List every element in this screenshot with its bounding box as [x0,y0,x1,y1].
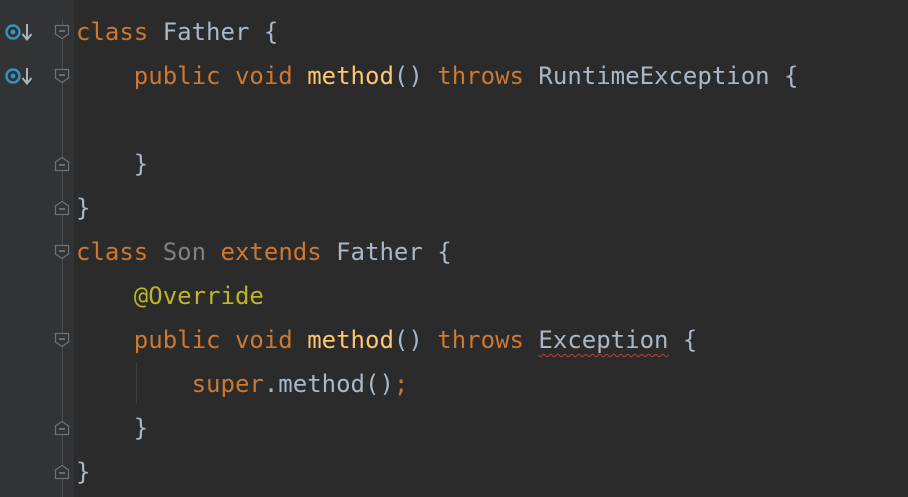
code-token: @Override [133,282,264,310]
code-token: { [249,18,279,46]
code-token: extends [220,238,337,266]
overridden-method-icon[interactable] [4,65,36,87]
code-token: () [393,62,438,90]
code-token: Father [336,238,423,266]
fold-start-icon[interactable] [54,68,70,84]
code-token: ; [393,370,409,398]
code-line[interactable]: } [76,450,90,494]
fold-start-icon[interactable] [54,244,70,260]
fold-start-icon[interactable] [54,332,70,348]
code-token: void [234,326,308,354]
code-token: } [133,150,149,178]
code-token: class [76,18,163,46]
code-token: Son [162,238,207,266]
code-token: Father [162,18,250,46]
code-token: throws [437,326,539,354]
code-line[interactable]: @Override [76,274,264,318]
code-token: public [133,62,235,90]
code-token: throws [437,62,539,90]
code-token: { [422,238,452,266]
code-line[interactable]: } [76,406,148,450]
code-line[interactable]: super.method(); [76,362,409,406]
fold-end-icon[interactable] [54,420,70,436]
code-token: class [76,238,163,266]
code-line[interactable]: class Son extends Father { [76,230,452,274]
code-line[interactable]: class Father { [76,10,278,54]
code-token: super [191,370,264,398]
code-token: public [133,326,235,354]
code-token: { [668,326,698,354]
fold-start-icon[interactable] [54,24,70,40]
code-token: { [769,62,799,90]
code-token: } [76,194,91,222]
fold-end-icon[interactable] [54,156,70,172]
code-line[interactable]: public void method() throws RuntimeExcep… [76,54,799,98]
error-token: Exception [538,326,669,354]
fold-end-icon[interactable] [54,200,70,216]
code-line[interactable]: } [76,186,90,230]
overridden-method-icon[interactable] [4,21,36,43]
code-token: } [133,414,149,442]
code-token: void [234,62,308,90]
code-line[interactable]: } [76,142,148,186]
code-line[interactable]: public void method() throws Exception { [76,318,698,362]
code-token: } [76,458,91,486]
code-token: method [307,326,394,354]
code-token: RuntimeException [538,62,770,90]
code-token: .method() [263,370,394,398]
code-token: () [393,326,438,354]
code-token: method [307,62,394,90]
fold-end-icon[interactable] [54,464,70,480]
